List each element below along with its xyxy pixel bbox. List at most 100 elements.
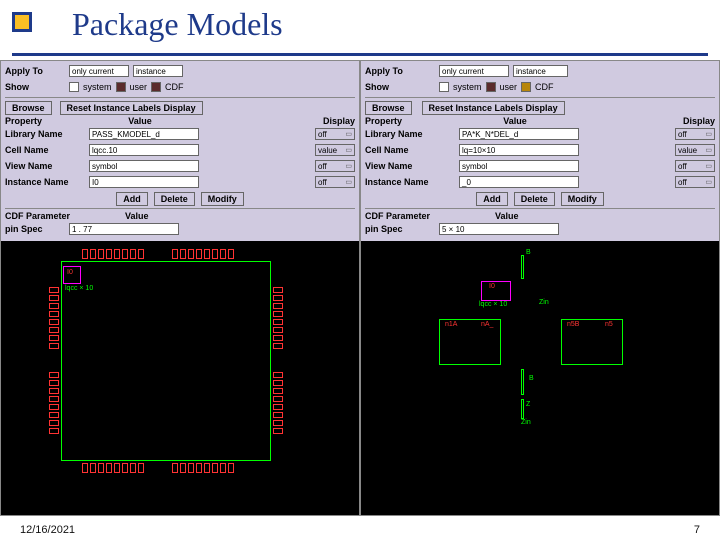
col-value: Value <box>85 116 195 126</box>
field-pin-spec[interactable]: 1 . 77 <box>69 223 179 235</box>
field-instance[interactable]: instance <box>133 65 183 77</box>
r-label-apply-to: Apply To <box>365 66 435 76</box>
pins-bottom-1 <box>81 463 145 473</box>
r-checkbox-user[interactable] <box>486 82 496 92</box>
footer-page: 7 <box>694 524 700 536</box>
r-reset-button[interactable]: Reset Instance Labels Display <box>422 101 565 115</box>
r-label-system: system <box>453 82 482 92</box>
canvas-left[interactable]: I0 lqcc × 10 <box>1 241 359 515</box>
r-field-only-current[interactable]: only current <box>439 65 509 77</box>
option-view-disp[interactable]: off <box>315 160 355 172</box>
r-label-cell-name: Cell Name <box>365 145 455 155</box>
r-option-view-disp[interactable]: off <box>675 160 715 172</box>
r-checkbox-cdf[interactable] <box>521 82 531 92</box>
r-field-pin-spec[interactable]: 5 × 10 <box>439 223 559 235</box>
r-option-lib-disp[interactable]: off <box>675 128 715 140</box>
modify-button[interactable]: Modify <box>201 192 244 206</box>
r-label-inst-name: Instance Name <box>365 177 455 187</box>
r-n1a: n1A <box>445 321 457 328</box>
r-col-property: Property <box>365 116 455 126</box>
form-left: Apply To only current instance Show syst… <box>1 61 359 241</box>
checkbox-user[interactable] <box>116 82 126 92</box>
r-n5b: n5B <box>567 321 579 328</box>
pins-bottom-2 <box>171 463 235 473</box>
label-user: user <box>130 82 148 92</box>
option-inst-disp[interactable]: off <box>315 176 355 188</box>
r-browse-button[interactable]: Browse <box>365 101 412 115</box>
field-view-name[interactable]: symbol <box>89 160 199 172</box>
canvas-cell-label: lqcc × 10 <box>65 285 93 292</box>
r-port-zin: Zin <box>539 299 549 306</box>
r-label-cdf-param: CDF Parameter <box>365 211 495 221</box>
label-inst-name: Instance Name <box>5 177 85 187</box>
pins-right-2 <box>273 371 283 435</box>
label-cell-name: Cell Name <box>5 145 85 155</box>
accent-square <box>12 12 32 32</box>
label-lib-name: Library Name <box>5 129 85 139</box>
r-checkbox-system[interactable] <box>439 82 449 92</box>
label-view-name: View Name <box>5 161 85 171</box>
r-label-user: user <box>500 82 518 92</box>
r-option-cell-disp[interactable]: value <box>675 144 715 156</box>
label-system: system <box>83 82 112 92</box>
r-add-button[interactable]: Add <box>476 192 508 206</box>
r-col-value: Value <box>455 116 575 126</box>
r-field-inst-name[interactable]: _0 <box>459 176 579 188</box>
label-pin-spec: pin Spec <box>5 224 65 234</box>
r-port-zin2: Zin <box>521 419 531 426</box>
r-delete-button[interactable]: Delete <box>514 192 555 206</box>
checkbox-cdf[interactable] <box>151 82 161 92</box>
delete-button[interactable]: Delete <box>154 192 195 206</box>
field-inst-name[interactable]: I0 <box>89 176 199 188</box>
r-label-show: Show <box>365 82 435 92</box>
field-lib-name[interactable]: PASS_KMODEL_d <box>89 128 199 140</box>
field-cell-name[interactable]: lqcc.10 <box>89 144 199 156</box>
r-col-display: Display <box>575 116 715 126</box>
r-port-z: Z <box>526 401 530 408</box>
pins-top-2 <box>171 249 235 259</box>
footer-date: 12/16/2021 <box>20 524 75 536</box>
r-field-view-name[interactable]: symbol <box>459 160 579 172</box>
content-area: Apply To only current instance Show syst… <box>0 60 720 516</box>
r-port-b2: B <box>529 375 534 382</box>
r-canvas-inst: I0 <box>489 283 495 290</box>
r-option-inst-disp[interactable]: off <box>675 176 715 188</box>
r-wire-bot <box>521 399 524 419</box>
label-cdf: CDF <box>165 82 184 92</box>
r-field-lib-name[interactable]: PA*K_N*DEL_d <box>459 128 579 140</box>
reset-button[interactable]: Reset Instance Labels Display <box>60 101 203 115</box>
r-field-cell-name[interactable]: lq=10×10 <box>459 144 579 156</box>
col-display: Display <box>195 116 355 126</box>
option-cell-disp[interactable]: value <box>315 144 355 156</box>
label-value2: Value <box>125 211 149 221</box>
r-modify-button[interactable]: Modify <box>561 192 604 206</box>
option-lib-disp[interactable]: off <box>315 128 355 140</box>
slide-footer: 12/16/2021 7 <box>20 524 700 536</box>
add-button[interactable]: Add <box>116 192 148 206</box>
checkbox-system[interactable] <box>69 82 79 92</box>
r-field-instance[interactable]: instance <box>513 65 568 77</box>
col-property: Property <box>5 116 85 126</box>
pins-top-1 <box>81 249 145 259</box>
r-wire-mid <box>521 369 524 395</box>
r-label-view-name: View Name <box>365 161 455 171</box>
label-show: Show <box>5 82 65 92</box>
canvas-inst-label: I0 <box>67 269 73 276</box>
r-label-lib-name: Library Name <box>365 129 455 139</box>
r-highlight-box <box>481 281 511 301</box>
r-label-pin-spec: pin Spec <box>365 224 435 234</box>
label-apply-to: Apply To <box>5 66 65 76</box>
pins-left-2 <box>49 371 59 435</box>
r-label-cdf: CDF <box>535 82 554 92</box>
canvas-right[interactable]: B I0 lqcc × 10 Zin n1A nA_ n5B n5 B Z Zi… <box>361 241 719 515</box>
r-canvas-cell: lqcc × 10 <box>479 301 507 308</box>
panel-right: Apply To only current instance Show syst… <box>360 60 720 516</box>
r-wire-top <box>521 255 524 279</box>
pins-right-1 <box>273 286 283 350</box>
r-port-b: B <box>526 249 531 256</box>
pins-left-1 <box>49 286 59 350</box>
r-na: nA_ <box>481 321 493 328</box>
slide-title: Package Models <box>72 6 283 43</box>
browse-button[interactable]: Browse <box>5 101 52 115</box>
field-only-current[interactable]: only current <box>69 65 129 77</box>
